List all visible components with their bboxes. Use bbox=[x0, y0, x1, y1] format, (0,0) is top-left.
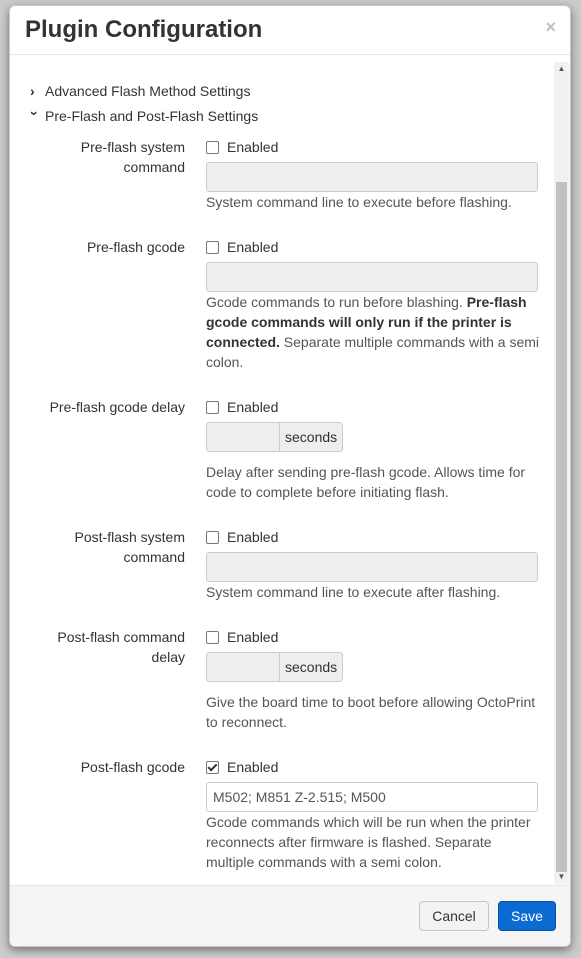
preflash-delay-group: seconds bbox=[206, 422, 344, 452]
scroll-down-arrow-icon[interactable]: ▼ bbox=[554, 870, 569, 884]
seconds-addon: seconds bbox=[280, 652, 344, 682]
preflash-gcode-input[interactable] bbox=[206, 262, 538, 292]
section-prepost-flash[interactable]: › Pre-Flash and Post-Flash Settings bbox=[27, 108, 259, 124]
postflash-gcode-enabled[interactable]: Enabled bbox=[206, 759, 278, 775]
preflash-cmd-label: Pre-flash system command bbox=[25, 137, 185, 177]
preflash-cmd-help: System command line to execute before fl… bbox=[206, 194, 512, 210]
preflash-gcode-help: Gcode commands to run before blashing. P… bbox=[206, 292, 542, 372]
label-line: command bbox=[123, 159, 185, 175]
postflash-cmd-input[interactable] bbox=[206, 552, 538, 582]
scroll-thumb[interactable] bbox=[556, 182, 567, 872]
checkbox-label: Enabled bbox=[227, 759, 279, 775]
label-line: command bbox=[123, 549, 185, 565]
label-line: Post-flash system bbox=[74, 529, 185, 545]
section-advanced-label: Advanced Flash Method Settings bbox=[45, 83, 251, 99]
preflash-cmd-enabled[interactable]: Enabled bbox=[206, 139, 278, 155]
preflash-delay-input[interactable] bbox=[206, 422, 280, 452]
postflash-delay-input[interactable] bbox=[206, 652, 280, 682]
postflash-delay-help: Give the board time to boot before allow… bbox=[206, 694, 536, 730]
chevron-down-icon: › bbox=[27, 111, 43, 116]
preflash-delay-help: Delay after sending pre-flash gcode. All… bbox=[206, 464, 526, 500]
preflash-delay-enabled[interactable]: Enabled bbox=[206, 399, 278, 415]
checkbox-icon[interactable] bbox=[206, 530, 219, 544]
scrollbar[interactable]: ▲ ▼ bbox=[554, 62, 569, 884]
checkbox-icon[interactable] bbox=[206, 760, 219, 774]
plugin-config-modal: Plugin Configuration × › Advanced Flash M… bbox=[9, 5, 571, 947]
postflash-cmd-enabled[interactable]: Enabled bbox=[206, 529, 278, 545]
help-text: Gcode commands to run before blashing. bbox=[206, 294, 467, 310]
modal-body[interactable]: › Advanced Flash Method Settings › Pre-Fla… bbox=[10, 55, 570, 885]
cancel-button[interactable]: Cancel bbox=[419, 901, 489, 931]
save-button[interactable]: Save bbox=[498, 901, 556, 931]
checkbox-label: Enabled bbox=[227, 139, 279, 155]
preflash-delay-label: Pre-flash gcode delay bbox=[49, 399, 185, 415]
preflash-cmd-input[interactable] bbox=[206, 162, 538, 192]
checkbox-icon[interactable] bbox=[206, 400, 219, 414]
section-advanced-flash[interactable]: › Advanced Flash Method Settings bbox=[30, 83, 250, 99]
preflash-gcode-enabled[interactable]: Enabled bbox=[206, 239, 278, 255]
checkbox-label: Enabled bbox=[227, 529, 279, 545]
postflash-delay-enabled[interactable]: Enabled bbox=[206, 629, 278, 645]
preflash-gcode-label: Pre-flash gcode bbox=[86, 239, 185, 255]
chevron-right-icon: › bbox=[30, 83, 35, 99]
section-prepost-label: Pre-Flash and Post-Flash Settings bbox=[45, 108, 259, 124]
checkbox-label: Enabled bbox=[227, 629, 279, 645]
postflash-gcode-help: Gcode commands which will be run when th… bbox=[206, 814, 531, 870]
label-line: Pre-flash system bbox=[80, 139, 185, 155]
scroll-up-arrow-icon[interactable]: ▲ bbox=[554, 62, 569, 76]
checkbox-icon[interactable] bbox=[206, 140, 219, 154]
postflash-cmd-help: System command line to execute after fla… bbox=[206, 584, 501, 600]
label-line: delay bbox=[151, 649, 185, 665]
seconds-addon: seconds bbox=[280, 422, 344, 452]
checkbox-icon[interactable] bbox=[206, 240, 219, 254]
postflash-delay-group: seconds bbox=[206, 652, 344, 682]
modal-footer: Cancel Save bbox=[10, 885, 570, 946]
checkbox-label: Enabled bbox=[227, 399, 279, 415]
modal-header: Plugin Configuration × bbox=[10, 6, 570, 55]
label-line: Post-flash command bbox=[57, 629, 185, 645]
close-icon[interactable]: × bbox=[545, 18, 556, 36]
postflash-gcode-input[interactable]: M502; M851 Z-2.515; M500 bbox=[206, 782, 538, 812]
checkbox-label: Enabled bbox=[227, 239, 279, 255]
postflash-delay-label: Post-flash command delay bbox=[25, 627, 185, 667]
checkbox-icon[interactable] bbox=[206, 630, 219, 644]
modal-title: Plugin Configuration bbox=[25, 16, 263, 43]
postflash-cmd-label: Post-flash system command bbox=[25, 527, 185, 567]
postflash-gcode-label: Post-flash gcode bbox=[80, 759, 185, 775]
